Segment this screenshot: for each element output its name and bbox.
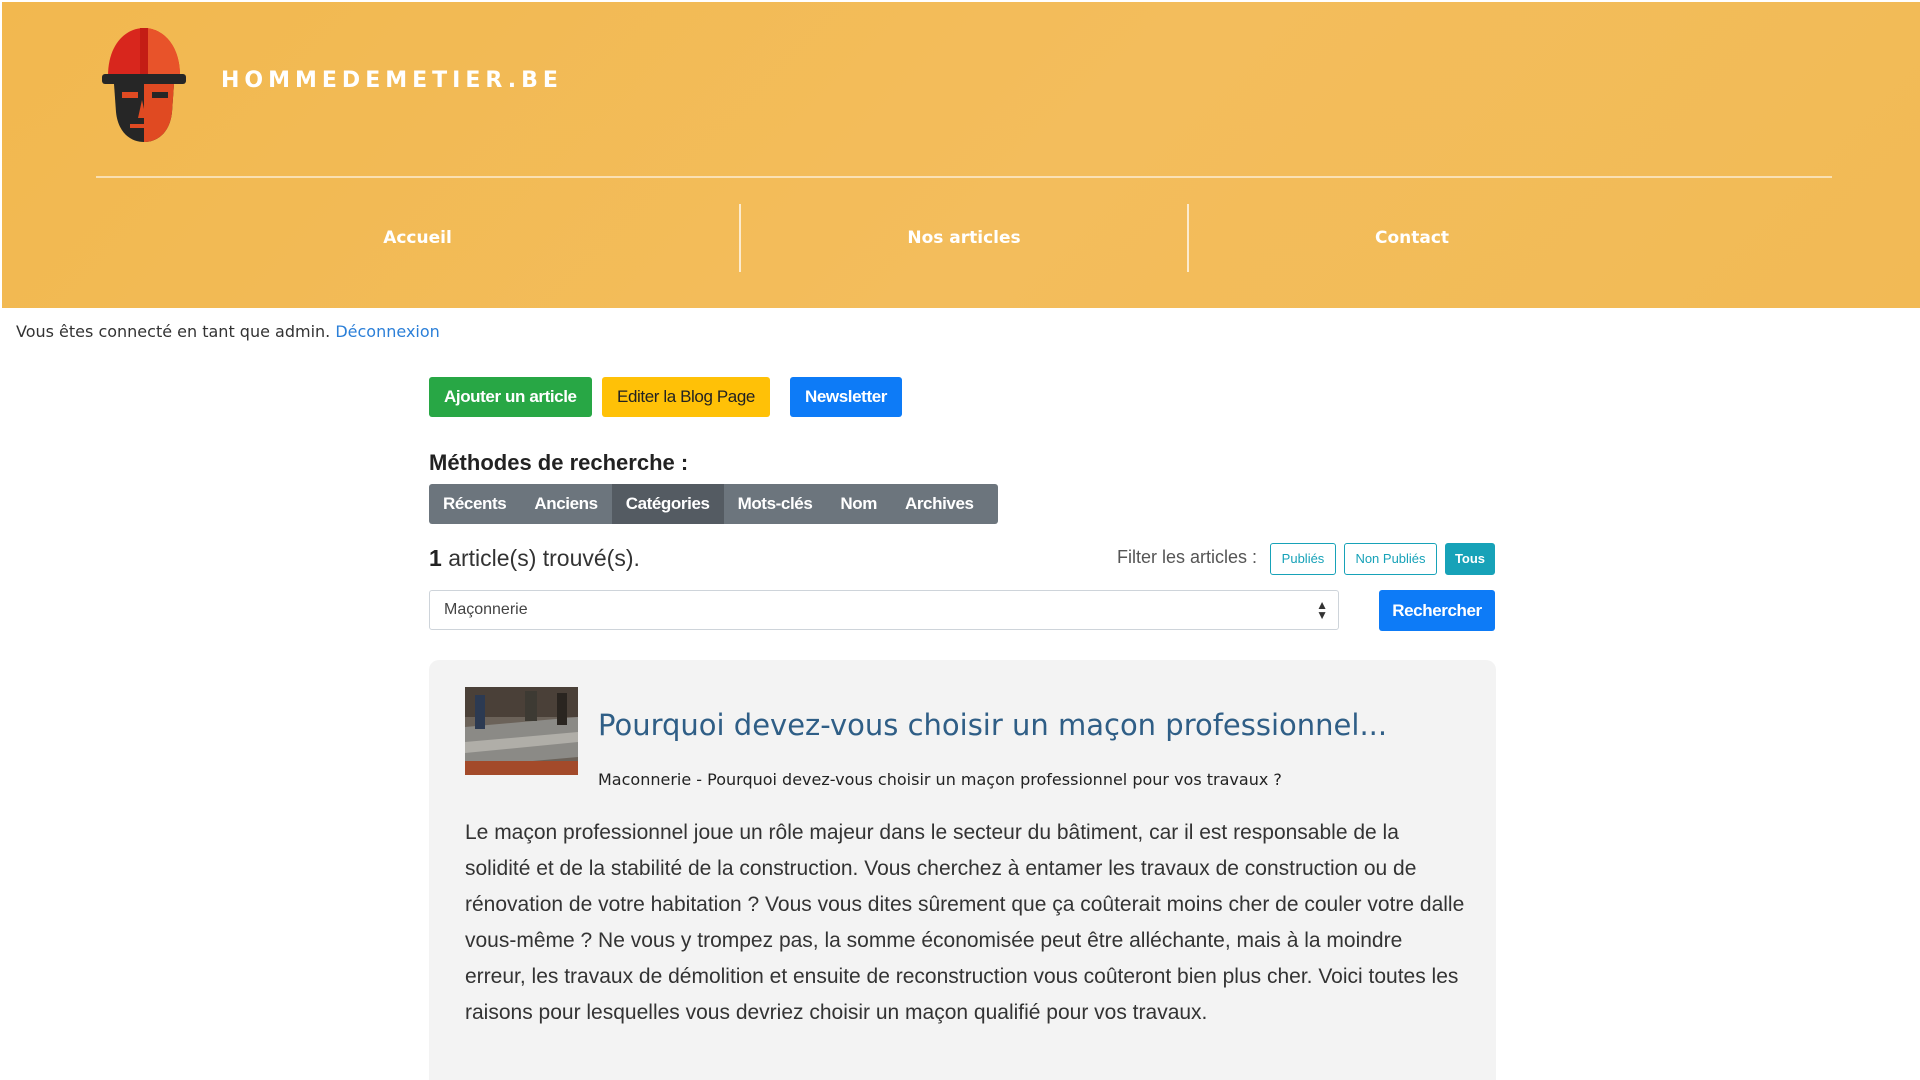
session-status: Vous êtes connecté en tant que admin. Dé… [16, 322, 440, 341]
newsletter-button[interactable]: Newsletter [790, 377, 902, 417]
header-divider [96, 176, 1832, 178]
category-select-value: Maçonnerie [444, 601, 528, 618]
filter-publies-button[interactable]: Publiés [1270, 543, 1336, 575]
site-header: HOMMEDEMETIER.BE Accueil Nos articles Co… [2, 2, 1920, 308]
nav-item-contact[interactable]: Contact [1189, 202, 1635, 274]
session-message: Vous êtes connecté en tant que admin. [16, 322, 331, 341]
search-methods-group: Récents Anciens Catégories Mots-clés Nom… [429, 484, 998, 524]
method-nom[interactable]: Nom [826, 484, 891, 524]
main-nav: Accueil Nos articles Contact [2, 202, 1920, 274]
category-select[interactable]: Maçonnerie ▲ ▼ [429, 590, 1339, 630]
filter-label: Filter les articles : [1117, 547, 1258, 567]
article-title-link[interactable]: Pourquoi devez-vous choisir un maçon pro… [598, 708, 1387, 742]
article-thumbnail[interactable] [465, 687, 578, 775]
filter-tous-button[interactable]: Tous [1445, 543, 1495, 575]
method-mots-cles[interactable]: Mots-clés [724, 484, 827, 524]
article-excerpt: Le maçon professionnel joue un rôle maje… [465, 821, 1465, 1024]
craftsman-logo-icon[interactable] [100, 24, 188, 146]
method-archives[interactable]: Archives [891, 484, 988, 524]
method-categories[interactable]: Catégories [611, 484, 724, 524]
add-article-button[interactable]: Ajouter un article [429, 377, 592, 417]
filter-non-publies-button[interactable]: Non Publiés [1344, 543, 1437, 575]
results-count-number: 1 [429, 545, 442, 571]
logout-link[interactable]: Déconnexion [335, 322, 439, 341]
results-count-label: article(s) trouvé(s). [448, 545, 640, 571]
nav-item-accueil[interactable]: Accueil [96, 202, 739, 274]
site-brand-name[interactable]: HOMMEDEMETIER.BE [221, 68, 563, 93]
nav-item-nos-articles[interactable]: Nos articles [741, 202, 1187, 274]
article-card: Pourquoi devez-vous choisir un maçon pro… [429, 660, 1496, 1080]
method-recents[interactable]: Récents [429, 484, 520, 524]
article-subtitle: Maconnerie - Pourquoi devez-vous choisir… [598, 770, 1282, 789]
search-button[interactable]: Rechercher [1379, 590, 1495, 631]
method-anciens[interactable]: Anciens [520, 484, 611, 524]
edit-blog-page-button[interactable]: Editer la Blog Page [602, 377, 770, 417]
results-count: 1 article(s) trouvé(s). [429, 545, 640, 572]
select-sort-arrows-icon: ▲ ▼ [1316, 598, 1328, 622]
search-methods-title: Méthodes de recherche : [429, 450, 689, 475]
